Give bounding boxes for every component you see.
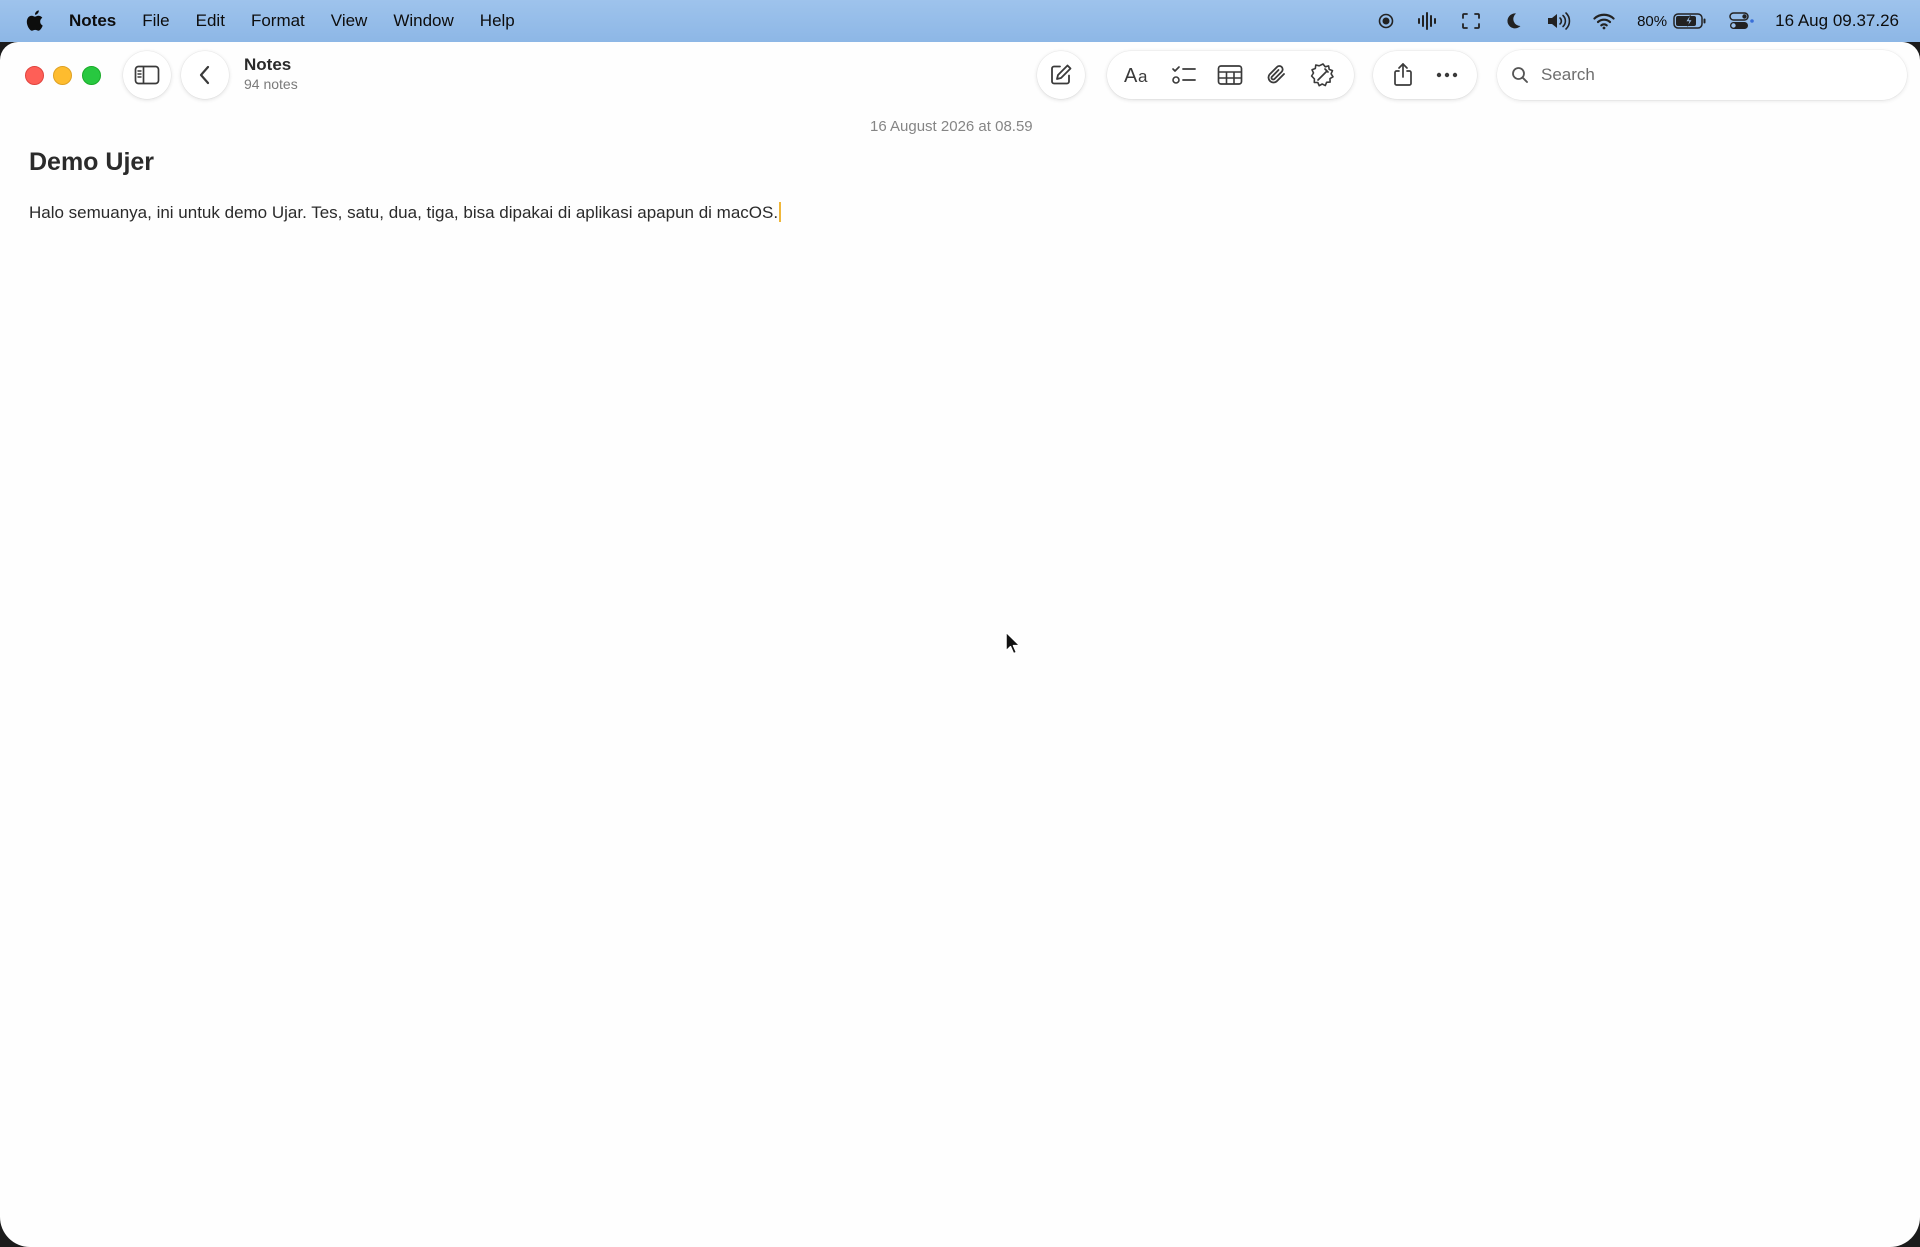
apple-icon[interactable] (25, 9, 47, 33)
format-toolbar-group: Aa (1107, 51, 1354, 99)
folder-title: Notes 94 notes (244, 55, 298, 93)
menu-file[interactable]: File (142, 11, 169, 31)
new-note-button[interactable] (1037, 51, 1085, 99)
volume-icon[interactable] (1545, 11, 1571, 31)
more-button[interactable] (1425, 53, 1469, 97)
menu-view[interactable]: View (331, 11, 368, 31)
search-field[interactable] (1497, 50, 1907, 100)
attachment-icon (1265, 63, 1289, 87)
sidebar-toggle-icon (134, 65, 160, 85)
search-icon (1511, 66, 1529, 84)
menu-help[interactable]: Help (480, 11, 515, 31)
waveform-icon[interactable] (1417, 11, 1439, 31)
text-format-icon: Aa (1124, 65, 1152, 85)
attachment-button[interactable] (1255, 53, 1299, 97)
note-title[interactable]: Demo Ujer (29, 148, 154, 177)
screen-record-icon[interactable] (1377, 12, 1395, 30)
menubar-date: 16 Aug (1775, 11, 1829, 30)
menu-window[interactable]: Window (393, 11, 453, 31)
note-body[interactable]: Halo semuanya, ini untuk demo Ujar. Tes,… (29, 202, 782, 223)
checklist-icon (1171, 64, 1197, 86)
menubar-clock[interactable]: 16 Aug 09.37.26 (1775, 11, 1899, 31)
share-button[interactable] (1381, 53, 1425, 97)
svg-text:a: a (1138, 67, 1148, 85)
menu-app-name[interactable]: Notes (69, 11, 116, 31)
control-center-icon[interactable] (1729, 12, 1755, 30)
menu-bar: Notes File Edit Format View Window Help … (0, 0, 1920, 42)
chevron-left-icon (198, 64, 212, 86)
status-area: 80% 16 Aug 09.37.26 (1355, 0, 1920, 42)
battery-percent: 80% (1637, 12, 1668, 30)
writing-tools-button[interactable] (1301, 53, 1345, 97)
compose-icon (1049, 63, 1073, 87)
menu-edit[interactable]: Edit (196, 11, 225, 31)
checklist-button[interactable] (1162, 53, 1206, 97)
folder-name: Notes (244, 55, 292, 74)
back-button[interactable] (181, 51, 229, 99)
note-date: 16 August 2026 at 08.59 (870, 118, 1033, 135)
moon-icon[interactable] (1503, 11, 1523, 31)
share-icon (1392, 62, 1414, 88)
note-count: 94 notes (244, 76, 298, 92)
table-icon (1217, 64, 1243, 86)
notes-window: Notes 94 notes Aa Search 16 August 2026 … (0, 42, 1920, 1247)
wifi-icon[interactable] (1593, 12, 1615, 30)
window-toolbar: Notes 94 notes Aa (0, 42, 1920, 108)
text-format-button[interactable]: Aa (1116, 53, 1160, 97)
share-toolbar-group (1373, 51, 1477, 99)
battery-charging-icon[interactable] (1673, 12, 1707, 30)
search-input[interactable] (1539, 64, 1873, 86)
mouse-pointer-icon (1004, 630, 1022, 661)
menu-format[interactable]: Format (251, 11, 305, 31)
note-body-text: Halo semuanya, ini untuk demo Ujar. Tes,… (29, 203, 779, 222)
writing-tools-icon (1310, 62, 1336, 88)
minimize-button[interactable] (53, 66, 72, 85)
close-button[interactable] (25, 66, 44, 85)
table-button[interactable] (1208, 53, 1252, 97)
text-caret (779, 202, 782, 222)
sidebar-toggle-button[interactable] (123, 51, 171, 99)
maximize-button[interactable] (82, 66, 101, 85)
svg-text:A: A (1124, 65, 1138, 85)
more-icon (1435, 71, 1459, 79)
menubar-time: 09.37.26 (1832, 11, 1899, 30)
screen-mirroring-icon[interactable] (1461, 12, 1481, 30)
